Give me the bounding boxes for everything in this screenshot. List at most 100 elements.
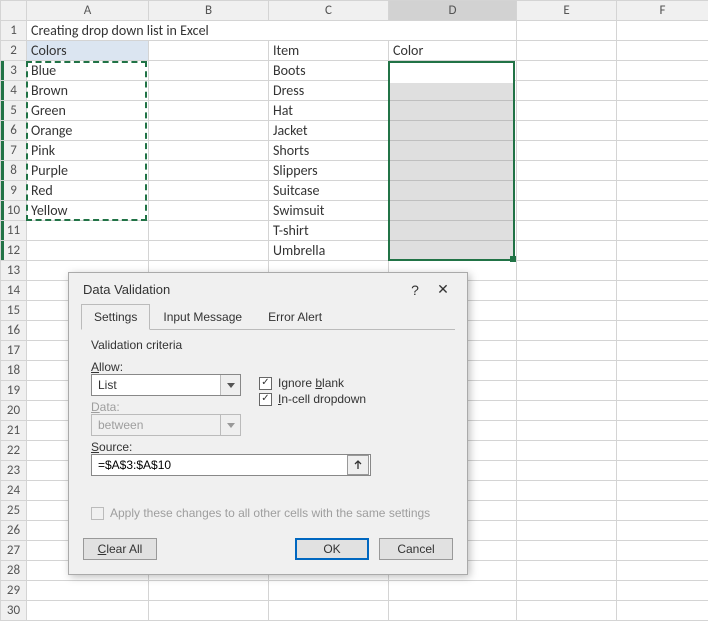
tab-settings[interactable]: Settings xyxy=(81,304,150,330)
row-23[interactable]: 23 xyxy=(1,461,27,481)
cell-D9[interactable] xyxy=(389,181,517,201)
cell-B8[interactable] xyxy=(149,161,269,181)
cell-E5[interactable] xyxy=(517,101,617,121)
cell-F26[interactable] xyxy=(617,521,708,541)
cell-E15[interactable] xyxy=(517,301,617,321)
row-25[interactable]: 25 xyxy=(1,501,27,521)
cell-D6[interactable] xyxy=(389,121,517,141)
cell-F30[interactable] xyxy=(617,601,708,621)
cell-E4[interactable] xyxy=(517,81,617,101)
cell-item-6[interactable]: Suitcase xyxy=(269,181,389,201)
cell-D12[interactable] xyxy=(389,241,517,261)
cell-item-9[interactable]: Umbrella xyxy=(269,241,389,261)
cell-F12[interactable] xyxy=(617,241,708,261)
row-15[interactable]: 15 xyxy=(1,301,27,321)
row-6[interactable]: 6 xyxy=(1,121,27,141)
source-field[interactable] xyxy=(92,458,346,472)
cell-B6[interactable] xyxy=(149,121,269,141)
row-14[interactable]: 14 xyxy=(1,281,27,301)
cell-E3[interactable] xyxy=(517,61,617,81)
cell-E19[interactable] xyxy=(517,381,617,401)
row-8[interactable]: 8 xyxy=(1,161,27,181)
cell-F14[interactable] xyxy=(617,281,708,301)
cell-color-0[interactable]: Blue xyxy=(27,61,149,81)
cell-E18[interactable] xyxy=(517,361,617,381)
cell-F5[interactable] xyxy=(617,101,708,121)
cell-E16[interactable] xyxy=(517,321,617,341)
row-9[interactable]: 9 xyxy=(1,181,27,201)
cell-F18[interactable] xyxy=(617,361,708,381)
row-28[interactable]: 28 xyxy=(1,561,27,581)
cell-color-3[interactable]: Orange xyxy=(27,121,149,141)
cell-B12[interactable] xyxy=(149,241,269,261)
row-2[interactable]: 2 xyxy=(1,41,27,61)
cell-color-2[interactable]: Green xyxy=(27,101,149,121)
row-17[interactable]: 17 xyxy=(1,341,27,361)
cell-E27[interactable] xyxy=(517,541,617,561)
cell-color-1[interactable]: Brown xyxy=(27,81,149,101)
col-D[interactable]: D xyxy=(389,1,517,21)
col-F[interactable]: F xyxy=(617,1,708,21)
row-5[interactable]: 5 xyxy=(1,101,27,121)
cell-F17[interactable] xyxy=(617,341,708,361)
cell-color-6[interactable]: Red xyxy=(27,181,149,201)
cell-E7[interactable] xyxy=(517,141,617,161)
row-10[interactable]: 10 xyxy=(1,201,27,221)
row-30[interactable]: 30 xyxy=(1,601,27,621)
cell-D4[interactable] xyxy=(389,81,517,101)
cell-A2[interactable]: Colors xyxy=(27,41,149,61)
cell-D30[interactable] xyxy=(389,601,517,621)
cell-item-0[interactable]: Boots xyxy=(269,61,389,81)
range-picker-icon[interactable] xyxy=(347,455,369,475)
cell-F19[interactable] xyxy=(617,381,708,401)
cell-B11[interactable] xyxy=(149,221,269,241)
cell-F6[interactable] xyxy=(617,121,708,141)
cell-B7[interactable] xyxy=(149,141,269,161)
select-all[interactable] xyxy=(1,1,27,21)
cell-E14[interactable] xyxy=(517,281,617,301)
cell-D7[interactable] xyxy=(389,141,517,161)
row-29[interactable]: 29 xyxy=(1,581,27,601)
cell-F27[interactable] xyxy=(617,541,708,561)
cell-F2[interactable] xyxy=(617,41,708,61)
cell-F4[interactable] xyxy=(617,81,708,101)
incell-dropdown-checkbox[interactable]: ✓ In-cell dropdown xyxy=(259,392,366,406)
cell-E24[interactable] xyxy=(517,481,617,501)
row-27[interactable]: 27 xyxy=(1,541,27,561)
cell-A1[interactable]: Creating drop down list in Excel xyxy=(27,21,517,41)
row-26[interactable]: 26 xyxy=(1,521,27,541)
col-B[interactable]: B xyxy=(149,1,269,21)
cell-C30[interactable] xyxy=(269,601,389,621)
cell-B10[interactable] xyxy=(149,201,269,221)
allow-combo[interactable]: List xyxy=(91,374,241,396)
row-21[interactable]: 21 xyxy=(1,421,27,441)
cell-A11[interactable] xyxy=(27,221,149,241)
cell-E1[interactable] xyxy=(517,21,617,41)
cell-D10[interactable] xyxy=(389,201,517,221)
ignore-blank-checkbox[interactable]: ✓ Ignore blank xyxy=(259,376,366,390)
cell-C2[interactable]: Item xyxy=(269,41,389,61)
cell-F11[interactable] xyxy=(617,221,708,241)
row-22[interactable]: 22 xyxy=(1,441,27,461)
tab-error-alert[interactable]: Error Alert xyxy=(255,304,335,330)
row-20[interactable]: 20 xyxy=(1,401,27,421)
row-13[interactable]: 13 xyxy=(1,261,27,281)
cell-F10[interactable] xyxy=(617,201,708,221)
cell-item-1[interactable]: Dress xyxy=(269,81,389,101)
cell-F15[interactable] xyxy=(617,301,708,321)
cell-B5[interactable] xyxy=(149,101,269,121)
row-1[interactable]: 1 xyxy=(1,21,27,41)
cell-E23[interactable] xyxy=(517,461,617,481)
cell-E30[interactable] xyxy=(517,601,617,621)
cell-B29[interactable] xyxy=(149,581,269,601)
row-7[interactable]: 7 xyxy=(1,141,27,161)
cell-F8[interactable] xyxy=(617,161,708,181)
cell-E21[interactable] xyxy=(517,421,617,441)
cell-item-8[interactable]: T-shirt xyxy=(269,221,389,241)
clear-all-button[interactable]: Clear All xyxy=(83,538,157,560)
cell-F20[interactable] xyxy=(617,401,708,421)
cell-B3[interactable] xyxy=(149,61,269,81)
row-18[interactable]: 18 xyxy=(1,361,27,381)
cell-E25[interactable] xyxy=(517,501,617,521)
cell-E10[interactable] xyxy=(517,201,617,221)
